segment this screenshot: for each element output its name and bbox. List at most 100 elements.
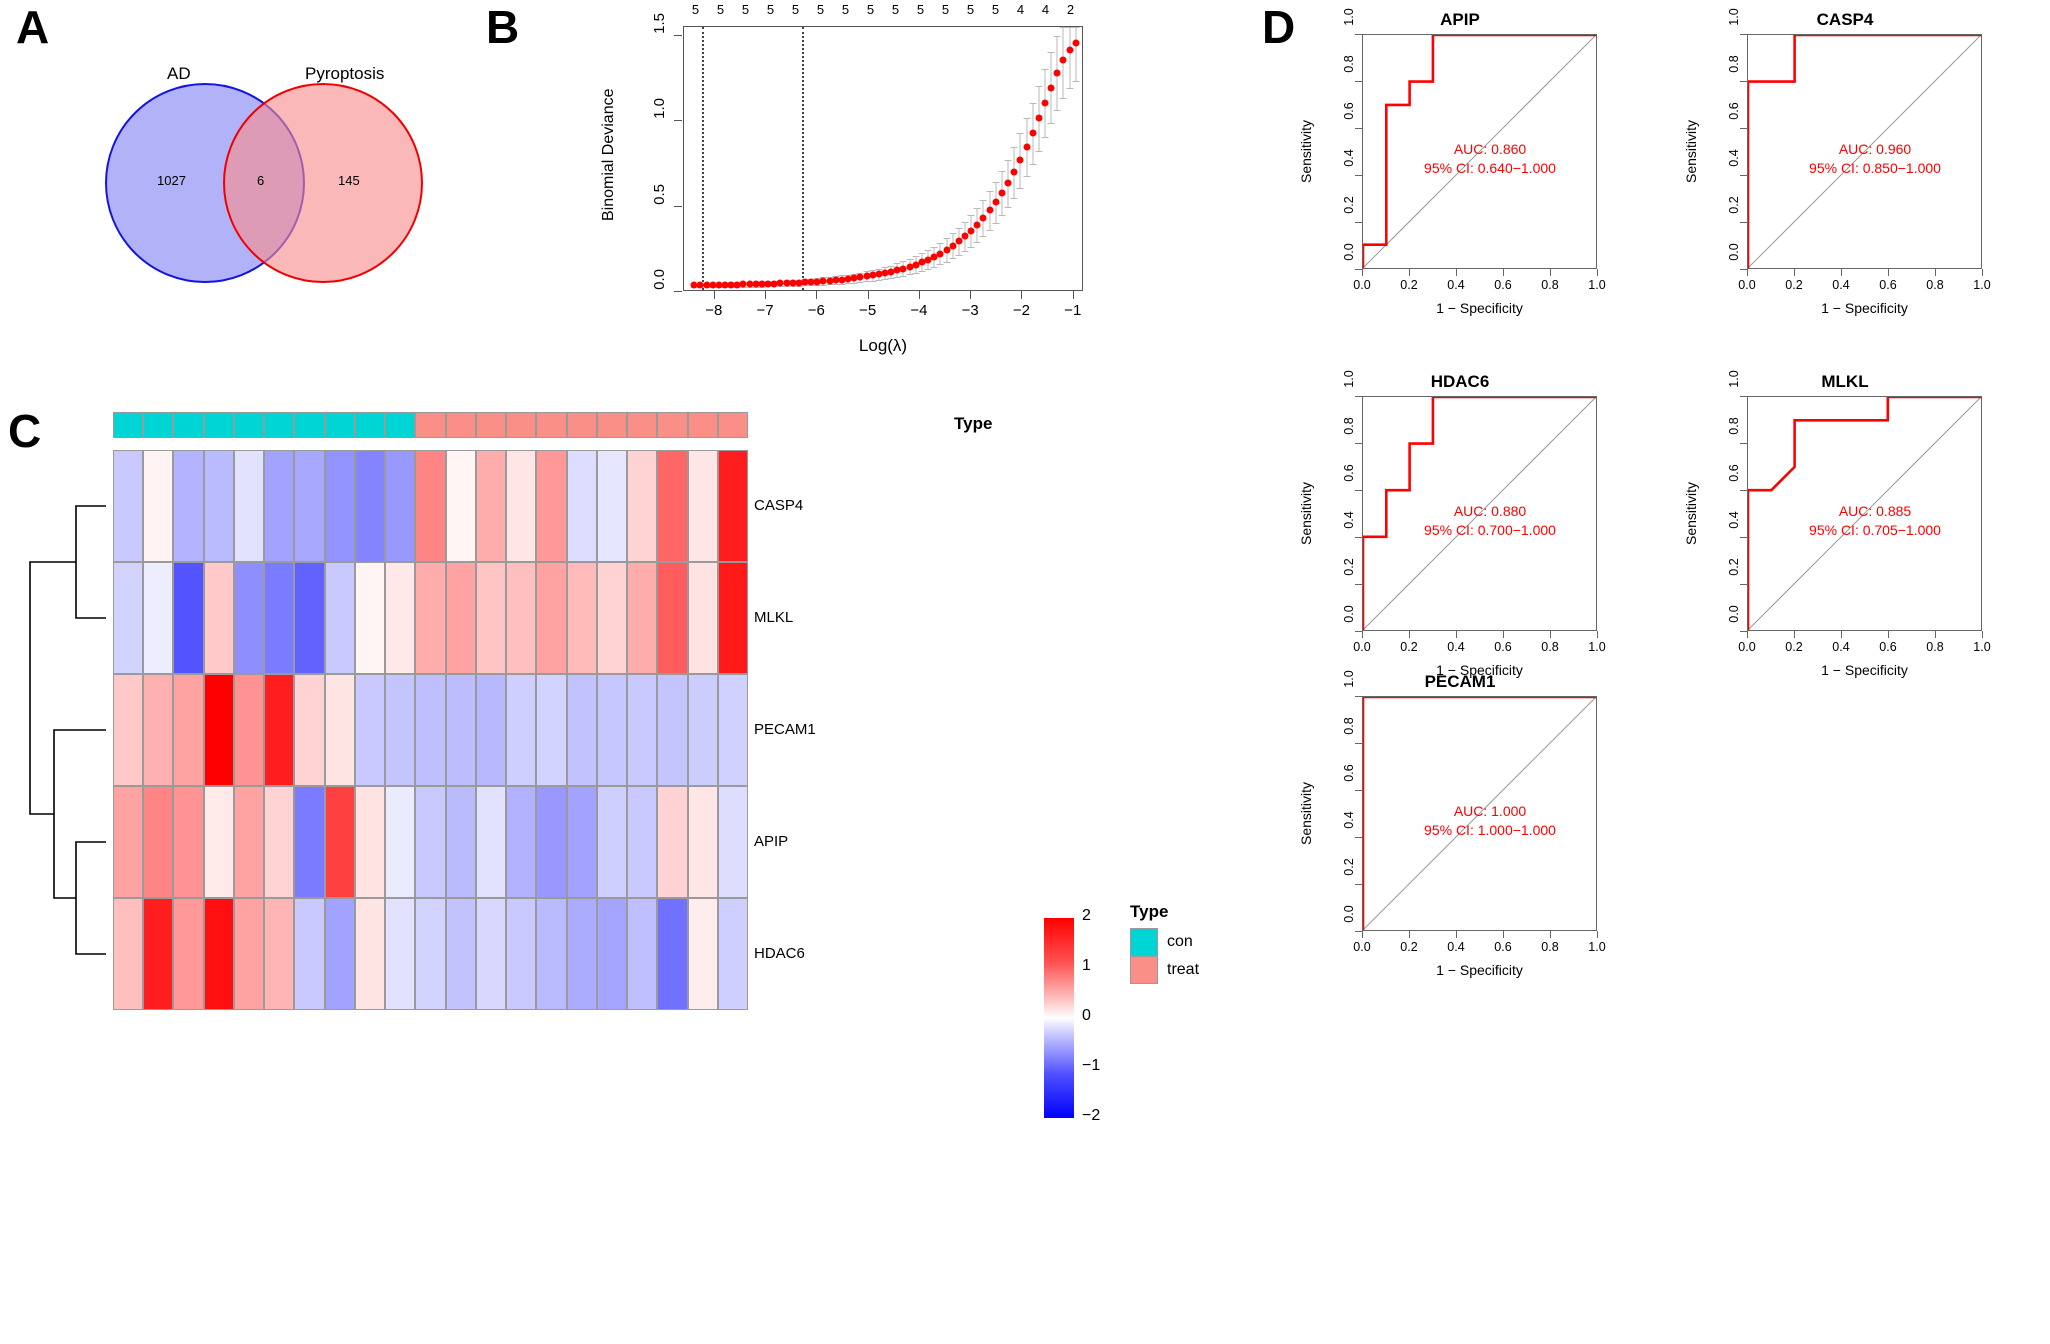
heatmap-annotation-cell-con xyxy=(173,412,204,438)
heatmap-cell xyxy=(657,786,688,898)
heatmap-grid xyxy=(113,450,748,1010)
lasso-cv-point xyxy=(1041,99,1049,107)
heatmap-cell xyxy=(324,898,355,1010)
roc-x-tick-label: 1.0 xyxy=(1588,940,1606,954)
roc-y-tick-label: 0.6 xyxy=(1342,102,1356,120)
roc-auc-annotation: AUC: 0.860 95% CI: 0.640−1.000 xyxy=(1400,140,1580,178)
heatmap-annotation-cell-con xyxy=(354,412,386,438)
heatmap-cell xyxy=(143,786,174,898)
roc-x-axis-label: 1 − Specificity xyxy=(1436,962,1523,978)
roc-y-tick-label: 0.4 xyxy=(1342,149,1356,167)
lasso-x-tick xyxy=(816,291,818,299)
heatmap-annotation-title: Type xyxy=(954,414,993,433)
roc-y-tick xyxy=(1355,269,1362,270)
roc-y-tick xyxy=(1740,34,1747,35)
roc-x-tick-label: 0.8 xyxy=(1926,640,1944,654)
heatmap-cell xyxy=(294,898,325,1010)
lasso-error-cap xyxy=(1035,150,1043,152)
lasso-error-cap xyxy=(986,229,994,231)
heatmap-cell xyxy=(385,562,416,674)
roc-y-tick-label: 1.0 xyxy=(1342,8,1356,26)
roc-auc-annotation: AUC: 0.885 95% CI: 0.705−1.000 xyxy=(1785,502,1965,540)
heatmap-cell xyxy=(445,674,476,786)
lasso-error-cap xyxy=(887,278,895,280)
heatmap-cell xyxy=(506,674,537,786)
heatmap-cell xyxy=(173,786,204,898)
heatmap-cell xyxy=(233,562,265,674)
roc-x-tick-label: 0.6 xyxy=(1494,940,1512,954)
roc-auc-value: AUC: 1.000 xyxy=(1453,803,1527,819)
lasso-top-tick-label: 5 xyxy=(841,2,850,17)
lasso-x-tick-label: −6 xyxy=(807,302,825,319)
heatmap-cell xyxy=(445,450,476,562)
heatmap-row-label: MLKL xyxy=(754,609,794,626)
roc-auc-annotation: AUC: 0.960 95% CI: 0.850−1.000 xyxy=(1785,140,1965,178)
roc-y-tick xyxy=(1740,81,1747,82)
roc-x-tick-label: 0.2 xyxy=(1400,940,1418,954)
roc-y-ticks: 0.0 0.2 0.4 0.6 0.8 1.0 xyxy=(1715,8,1747,270)
heatmap-annotation-cell-con xyxy=(203,412,234,438)
roc-x-tick-label: 1.0 xyxy=(1588,278,1606,292)
heatmap-colorbar-label: −1 xyxy=(1082,1057,1101,1074)
roc-y-tick xyxy=(1740,128,1747,129)
lasso-error-cap xyxy=(875,280,883,282)
heatmap-cell xyxy=(324,450,355,562)
lasso-top-tick-label: 5 xyxy=(766,2,775,17)
lasso-error-cap xyxy=(998,170,1006,172)
roc-y-tick xyxy=(1355,696,1362,697)
roc-x-tick xyxy=(1362,269,1363,276)
heatmap-annotation-cell-con xyxy=(143,412,174,438)
lasso-error-cap xyxy=(1023,176,1031,178)
roc-y-tick-label: 0.2 xyxy=(1342,558,1356,576)
panel-b-letter: B xyxy=(486,1,520,53)
lasso-top-tick-label: 2 xyxy=(1066,2,1075,17)
roc-title: PECAM1 xyxy=(1424,672,1496,691)
lasso-error-cap xyxy=(936,264,944,266)
roc-x-tick-label: 0.6 xyxy=(1494,278,1512,292)
lasso-cv-point xyxy=(1059,56,1067,64)
heatmap-cell xyxy=(324,786,355,898)
roc-x-axis-label: 1 − Specificity xyxy=(1436,300,1523,316)
lasso-error-cap xyxy=(881,267,889,269)
roc-x-ticks: 0.0 0.2 0.4 0.6 0.8 1.0 xyxy=(1353,269,1606,299)
heatmap-annotation-cell-con xyxy=(113,412,144,438)
roc-y-tick xyxy=(1740,631,1747,632)
heatmap-cell xyxy=(687,786,718,898)
lasso-error-cap xyxy=(1047,52,1055,54)
panel-c-letter: C xyxy=(8,405,42,457)
heatmap-cell xyxy=(385,674,416,786)
heatmap-cell xyxy=(627,898,658,1010)
lasso-error-cap xyxy=(881,279,889,281)
roc-ci-value: 95% CI: 1.000−1.000 xyxy=(1424,821,1556,838)
roc-y-tick-label: 0.8 xyxy=(1342,417,1356,435)
roc-y-tick-label: 0.4 xyxy=(1342,511,1356,529)
heatmap-legend-item: con xyxy=(1130,928,1199,956)
heatmap-cell xyxy=(143,898,174,1010)
lasso-error-cap xyxy=(1072,81,1080,83)
heatmap-cell xyxy=(294,450,325,562)
lasso-y-tick xyxy=(674,34,682,36)
lasso-error-cap xyxy=(893,263,901,265)
lasso-error-cap xyxy=(1041,68,1049,70)
heatmap-cell xyxy=(475,450,507,562)
lasso-error-cap xyxy=(992,181,1000,183)
roc-x-tick-label: 0.4 xyxy=(1447,940,1465,954)
roc-x-ticks: 0.0 0.2 0.4 0.6 0.8 1.0 xyxy=(1353,931,1606,961)
roc-y-tick-label: 0.0 xyxy=(1342,905,1356,923)
lasso-top-axis: 5 5 5 5 5 5 5 5 5 5 5 5 5 4 4 2 xyxy=(683,2,1083,22)
heatmap-cell xyxy=(415,450,446,562)
lasso-error-cap xyxy=(1072,27,1080,28)
roc-auc-value: AUC: 0.885 xyxy=(1838,503,1912,519)
heatmap-cell xyxy=(566,898,597,1010)
heatmap-cell xyxy=(173,562,204,674)
heatmap-cell xyxy=(173,674,204,786)
lasso-cv-point xyxy=(1072,39,1080,47)
heatmap-cell xyxy=(445,562,476,674)
heatmap-annotation-cell-treat xyxy=(475,412,507,438)
lasso-top-tick-label: 5 xyxy=(741,2,750,17)
lasso-cv-point xyxy=(1004,179,1012,187)
roc-y-tick xyxy=(1355,884,1362,885)
lasso-error-cap xyxy=(924,250,932,252)
roc-x-tick-label: 0.0 xyxy=(1353,640,1371,654)
lasso-cv-point xyxy=(973,221,981,229)
